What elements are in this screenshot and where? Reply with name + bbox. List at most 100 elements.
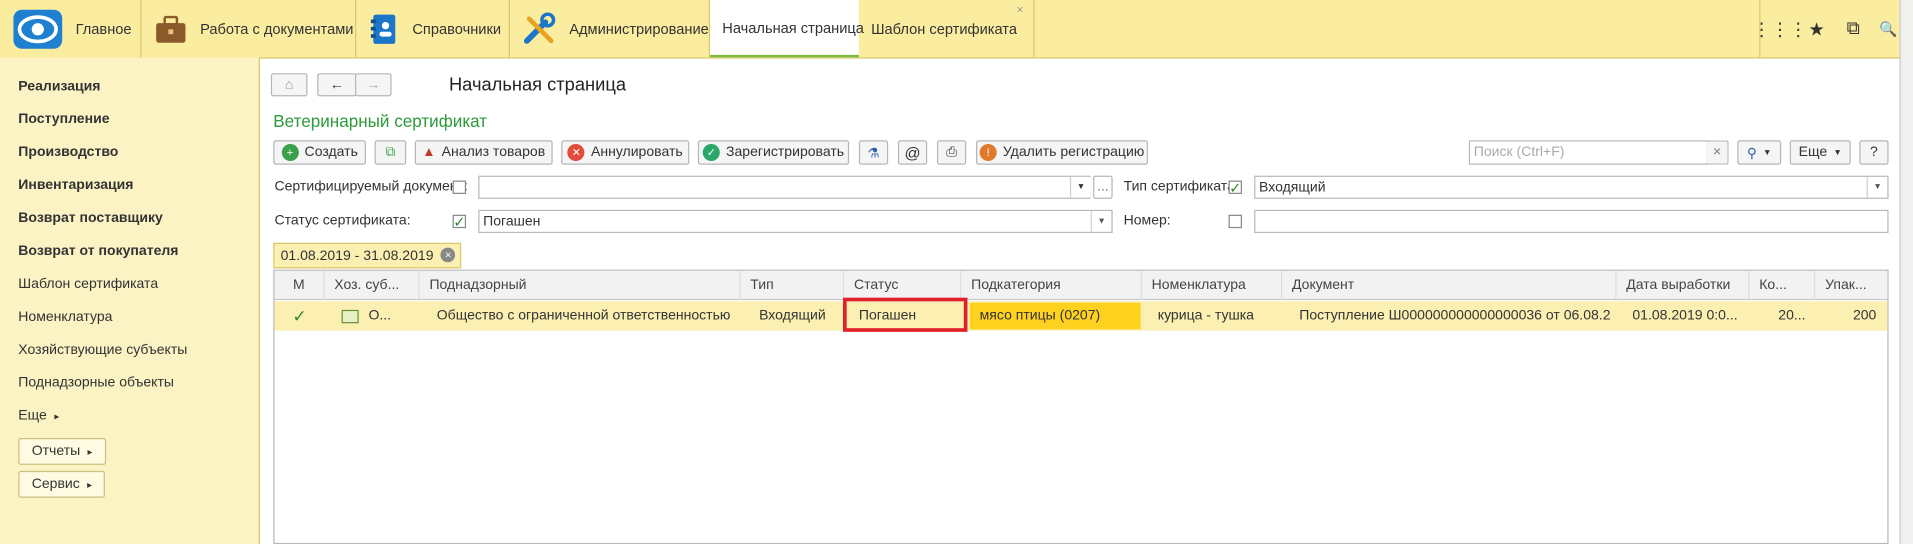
sidebar-item-sales[interactable]: Реализация xyxy=(18,79,100,94)
status-field[interactable]: Погашен ▼ xyxy=(478,209,1113,234)
more-actions-label: Еще xyxy=(1798,145,1828,160)
help-button[interactable]: ? xyxy=(1859,140,1889,165)
check-icon: ✓ xyxy=(453,212,466,230)
microscope-button[interactable]: ⚗ xyxy=(858,140,889,165)
register-button[interactable]: ✓ Зарегистрировать xyxy=(697,140,850,165)
clear-filter-icon[interactable]: × xyxy=(440,247,456,263)
row-document-cell[interactable]: Поступление Ш000000000000000036 от 06.08… xyxy=(1290,303,1611,330)
section-administration-label: Администрирование xyxy=(569,20,709,38)
column-header-status[interactable]: Статус xyxy=(844,270,962,301)
column-header-mark[interactable]: М xyxy=(274,270,325,301)
sidebar-item-receipts[interactable]: Поступление xyxy=(18,112,109,127)
sidebar-item-return-from-customer[interactable]: Возврат от покупателя xyxy=(18,244,178,259)
cert-doc-dropdown[interactable]: ▼ xyxy=(1069,176,1091,198)
analyze-goods-button[interactable]: ▲ Анализ товаров xyxy=(414,140,553,165)
row-subcategory-cell[interactable]: мясо птицы (0207) xyxy=(969,302,1141,330)
printer-icon: ⎙ xyxy=(946,144,957,160)
row-type-cell[interactable]: Входящий xyxy=(741,303,845,330)
section-main[interactable]: Главное xyxy=(0,0,142,58)
sidebar-more-link[interactable]: Еще ▸ xyxy=(18,409,59,424)
row-package-cell[interactable]: 200 xyxy=(1815,303,1886,330)
column-header-entity[interactable]: Хоз. суб... xyxy=(324,270,420,301)
unregister-button[interactable]: ! Удалить регистрацию xyxy=(976,140,1149,165)
back-button[interactable]: ← xyxy=(317,73,357,97)
chevron-down-icon[interactable]: ▼ xyxy=(1090,211,1112,232)
copy-button[interactable]: ⧉ xyxy=(374,140,407,165)
number-label: Номер: xyxy=(1123,213,1171,229)
section-documents[interactable]: Работа с документами xyxy=(142,0,357,58)
status-checkbox[interactable]: ✓ xyxy=(452,212,467,230)
period-filter-chip[interactable]: 01.08.2019 - 31.08.2019 × xyxy=(273,242,462,269)
row-production-date-cell[interactable]: 01.08.2019 0:0... xyxy=(1623,303,1750,330)
arrow-right-icon: → xyxy=(366,77,381,93)
home-icon: ⌂ xyxy=(284,77,294,93)
cert-type-field[interactable]: Входящий ▼ xyxy=(1254,175,1889,199)
row-mark-check-icon[interactable]: ✓ xyxy=(275,303,325,330)
search-clear-button[interactable]: × xyxy=(1706,140,1729,165)
status-label: Статус сертификата: xyxy=(274,213,411,229)
column-header-quantity[interactable]: Ко... xyxy=(1749,270,1816,301)
sidebar-item-business-entities[interactable]: Хозяйствующие субъекты xyxy=(18,343,187,358)
sidebar-item-inventory[interactable]: Инвентаризация xyxy=(18,178,133,193)
number-field[interactable] xyxy=(1254,209,1889,234)
forward-button[interactable]: → xyxy=(355,73,392,97)
certificates-table: М Хоз. суб... Поднадзорный Тип Статус По… xyxy=(273,269,1889,544)
row-entity-cell[interactable]: О... xyxy=(325,303,420,330)
column-header-supervised[interactable]: Поднадзорный xyxy=(419,270,741,301)
section-main-label: Главное xyxy=(75,20,132,38)
more-actions-button[interactable]: Еще ▼ xyxy=(1789,140,1851,165)
top-bar: Главное Работа с документами Справочники xyxy=(0,0,1913,59)
star-icon[interactable]: ★ xyxy=(1798,0,1835,57)
print-button[interactable]: ⎙ xyxy=(936,140,967,165)
at-sign-icon: @ xyxy=(904,143,921,162)
cert-doc-field[interactable] xyxy=(478,175,1091,199)
column-header-production-date[interactable]: Дата выработки xyxy=(1616,270,1750,301)
column-header-nomenclature[interactable]: Номенклатура xyxy=(1141,270,1283,301)
tab-certificate-template[interactable]: Шаблон сертификата × xyxy=(859,0,1035,58)
search-input[interactable]: Поиск (Ctrl+F) xyxy=(1468,140,1708,165)
reports-button[interactable]: Отчеты ▸ xyxy=(18,437,106,465)
column-header-subcategory[interactable]: Подкатегория xyxy=(961,270,1142,301)
status-highlight-box xyxy=(843,297,968,332)
column-header-document[interactable]: Документ xyxy=(1282,270,1617,301)
cert-doc-select-button[interactable]: … xyxy=(1093,175,1113,199)
annul-button[interactable]: ✕ Аннулировать xyxy=(561,140,690,165)
close-icon[interactable]: × xyxy=(1016,4,1023,17)
search-options-button[interactable]: ⚲ ▼ xyxy=(1737,140,1782,165)
section-administration[interactable]: Администрирование xyxy=(510,0,711,58)
create-button[interactable]: + Создать xyxy=(273,140,366,165)
triangle-right-icon: ▸ xyxy=(54,411,60,423)
service-button[interactable]: Сервис ▸ xyxy=(18,470,106,498)
chevron-down-icon: ▼ xyxy=(1076,183,1086,192)
home-button[interactable]: ⌂ xyxy=(270,73,308,97)
cert-doc-checkbox[interactable] xyxy=(452,180,467,194)
sidebar-item-certificate-template[interactable]: Шаблон сертификата xyxy=(18,277,158,292)
tab-home[interactable]: Начальная страница xyxy=(710,0,864,58)
shield-red-icon: ✕ xyxy=(567,143,585,162)
column-header-package[interactable]: Упак... xyxy=(1815,270,1888,301)
chevron-down-icon: ▼ xyxy=(1762,148,1772,157)
cert-type-checkbox[interactable]: ✓ xyxy=(1228,178,1242,196)
history-icon[interactable]: ⧉ xyxy=(1835,0,1872,57)
sidebar-item-supervised-objects[interactable]: Поднадзорные объекты xyxy=(18,376,174,391)
help-icon: ? xyxy=(1870,145,1878,160)
clear-x-icon: × xyxy=(1713,145,1722,160)
sidebar-item-nomenclature[interactable]: Номенклатура xyxy=(18,310,112,325)
row-quantity-cell[interactable]: 20... xyxy=(1749,303,1815,330)
apps-grid-icon[interactable]: ⋮⋮⋮ xyxy=(1753,0,1808,57)
column-header-type[interactable]: Тип xyxy=(740,270,845,301)
section-directories[interactable]: Справочники xyxy=(356,0,510,58)
period-filter-value: 01.08.2019 - 31.08.2019 xyxy=(280,248,434,263)
sidebar: Реализация Поступление Производство Инве… xyxy=(0,57,260,544)
sidebar-item-production[interactable]: Производство xyxy=(18,145,118,160)
row-entity-value: О... xyxy=(368,308,392,324)
row-supervised-cell[interactable]: Общество с ограниченной ответственностью… xyxy=(427,303,735,330)
number-checkbox[interactable] xyxy=(1228,214,1242,229)
chevron-down-icon[interactable]: ▼ xyxy=(1866,176,1888,198)
email-button[interactable]: @ xyxy=(897,140,928,165)
sidebar-item-return-to-supplier[interactable]: Возврат поставщику xyxy=(18,211,163,226)
check-icon: ✓ xyxy=(1229,178,1242,196)
triangle-right-icon: ▸ xyxy=(87,478,92,490)
chevron-down-icon: ▼ xyxy=(1833,148,1842,157)
row-nomenclature-cell[interactable]: курица - тушка xyxy=(1148,303,1282,330)
